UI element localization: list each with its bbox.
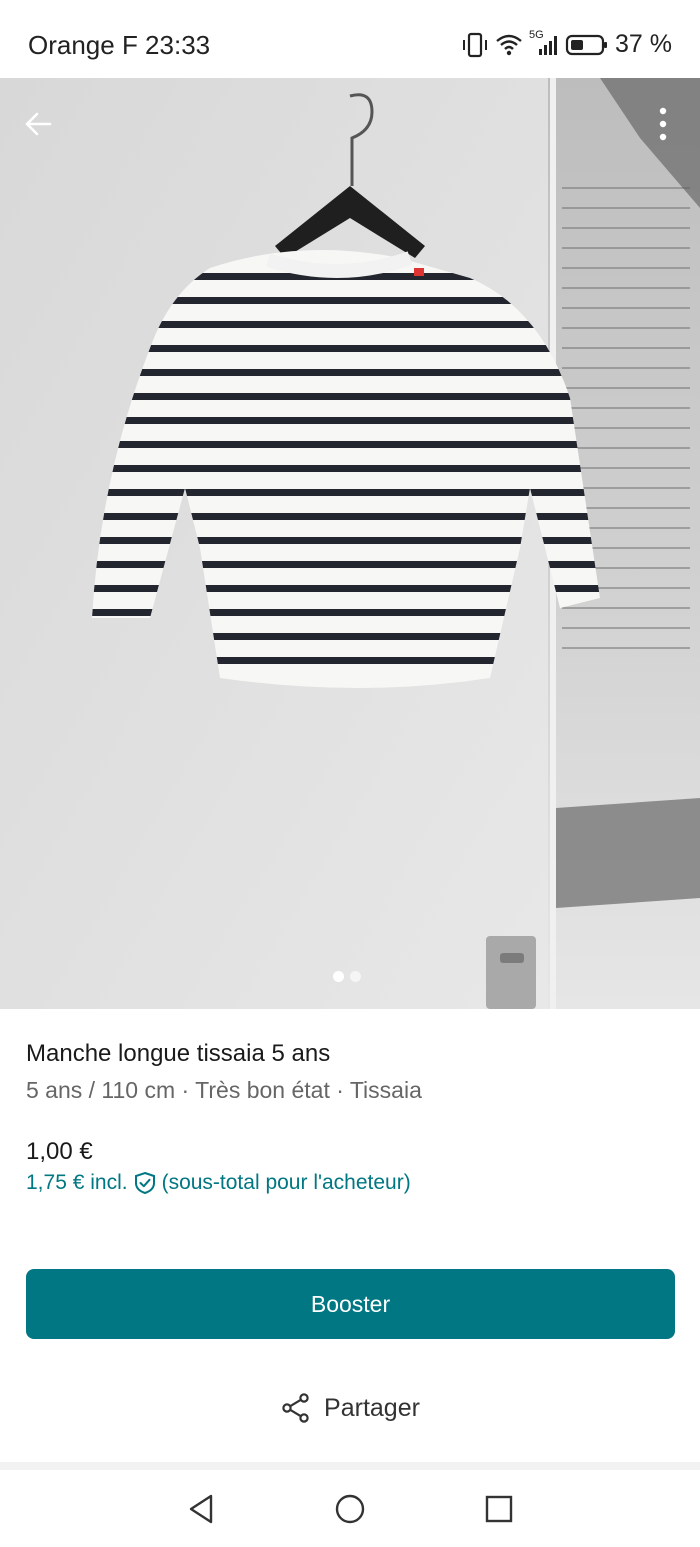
pagination-dot-2[interactable]: [350, 971, 361, 982]
nav-home-icon: [335, 1494, 365, 1524]
back-arrow-icon: [25, 112, 52, 136]
item-photo[interactable]: [0, 78, 700, 1009]
status-icons: 5G 37 %: [461, 29, 672, 59]
share-button[interactable]: Partager: [0, 1392, 700, 1424]
item-title: Manche longue tissaia 5 ans: [26, 1040, 331, 1067]
photo-pagination[interactable]: [333, 971, 361, 982]
buyer-price[interactable]: 1,75 € incl. (sous-total pour l'acheteur…: [26, 1171, 411, 1195]
signal-icon: 5G: [529, 29, 559, 57]
share-label: Partager: [324, 1393, 420, 1422]
share-icon: [282, 1393, 309, 1423]
more-options-button[interactable]: [648, 102, 678, 146]
vibrate-icon: [461, 32, 489, 58]
buyer-price-value: 1,75 € incl.: [26, 1171, 128, 1194]
shield-check-icon: [134, 1171, 155, 1195]
divider: [0, 1462, 700, 1470]
more-vertical-icon: [659, 107, 667, 141]
battery-icon: [565, 33, 609, 57]
network-label: 5G: [529, 28, 544, 41]
back-button[interactable]: [18, 104, 58, 144]
item-details: 5 ans / 110 cm · Très bon état · Tissaia: [26, 1077, 422, 1103]
status-bar: Orange F 23:33 5G 37 %: [0, 0, 700, 78]
nav-recents-icon: [485, 1495, 513, 1523]
battery-level: 37 %: [615, 30, 672, 58]
nav-back-button[interactable]: [184, 1492, 218, 1526]
booster-button[interactable]: Booster: [26, 1269, 675, 1339]
nav-recents-button[interactable]: [482, 1492, 516, 1526]
nav-back-icon: [189, 1494, 213, 1524]
buyer-price-note: (sous-total pour l'acheteur): [161, 1171, 411, 1194]
system-nav-bar: [0, 1470, 700, 1547]
nav-home-button[interactable]: [333, 1492, 367, 1526]
pagination-dot-1[interactable]: [333, 971, 344, 982]
wifi-icon: [495, 33, 523, 57]
item-photo-image: [0, 78, 700, 1009]
carrier-time: Orange F 23:33: [28, 30, 211, 60]
item-price: 1,00 €: [26, 1138, 93, 1165]
